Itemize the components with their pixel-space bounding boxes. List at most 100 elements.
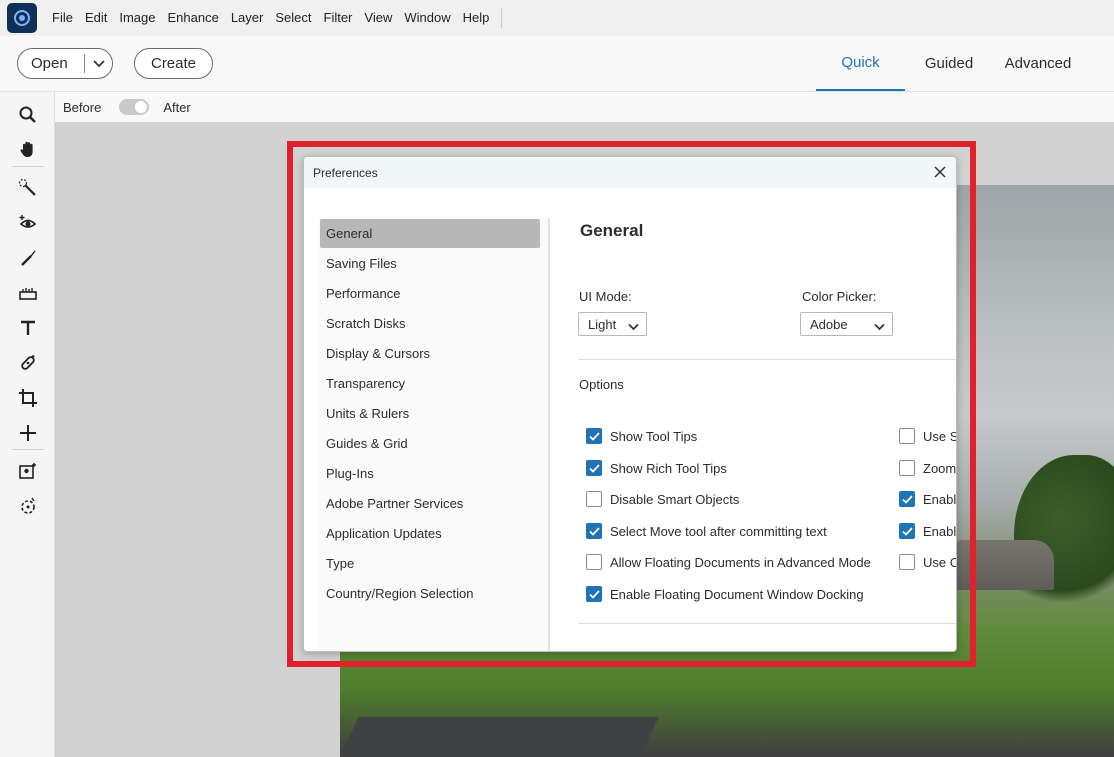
checkbox-label: Use Sh bbox=[923, 428, 956, 444]
nav-item-saving-files[interactable]: Saving Files bbox=[320, 249, 540, 278]
zoom-icon[interactable] bbox=[17, 104, 39, 126]
checkbox-unchecked[interactable] bbox=[899, 460, 915, 476]
section-title: General bbox=[580, 221, 644, 240]
checkbox-unchecked[interactable] bbox=[586, 491, 602, 507]
chevron-down-icon bbox=[874, 319, 885, 334]
ui-mode-value: Light bbox=[588, 316, 617, 332]
ui-mode-label: UI Mode: bbox=[579, 289, 632, 304]
checkbox-checked[interactable] bbox=[586, 428, 602, 444]
menu-edit[interactable]: Edit bbox=[79, 0, 113, 36]
before-label: Before bbox=[63, 99, 102, 115]
checkbox-select-move-tool[interactable]: Select Move tool after committing text bbox=[586, 522, 827, 540]
checkbox-right-1[interactable]: Use Sh bbox=[899, 427, 956, 445]
tab-advanced[interactable]: Advanced bbox=[996, 36, 1080, 91]
checkbox-unchecked[interactable] bbox=[899, 428, 915, 444]
checkbox-allow-floating-documents[interactable]: Allow Floating Documents in Advanced Mod… bbox=[586, 553, 871, 571]
tab-quick[interactable]: Quick bbox=[816, 36, 905, 91]
create-button[interactable]: Create bbox=[134, 48, 213, 79]
checkbox-right-2[interactable]: Zoom bbox=[899, 459, 956, 477]
color-picker-select[interactable]: Adobe bbox=[800, 312, 893, 336]
menu-layer[interactable]: Layer bbox=[225, 0, 270, 36]
checkbox-label: Enabl bbox=[923, 523, 957, 539]
tool-divider bbox=[12, 166, 44, 167]
checkbox-checked[interactable] bbox=[586, 523, 602, 539]
chevron-down-icon[interactable] bbox=[85, 59, 112, 68]
close-icon[interactable] bbox=[932, 164, 948, 180]
color-picker-label: Color Picker: bbox=[802, 289, 877, 304]
menu-bar: File Edit Image Enhance Layer Select Fil… bbox=[0, 0, 1114, 36]
dialog-title: Preferences bbox=[304, 157, 956, 188]
tool-panel bbox=[0, 92, 55, 757]
checkbox-label: Show Tool Tips bbox=[610, 428, 698, 444]
photo-road bbox=[340, 717, 659, 757]
nav-item-transparency[interactable]: Transparency bbox=[320, 369, 540, 398]
checkbox-show-tool-tips[interactable]: Show Tool Tips bbox=[586, 427, 697, 445]
after-label: After bbox=[163, 99, 191, 115]
tool-divider bbox=[12, 449, 44, 450]
tab-guided[interactable]: Guided bbox=[915, 36, 983, 91]
checkbox-checked[interactable] bbox=[586, 586, 602, 602]
perfect-portrait-icon[interactable] bbox=[17, 460, 39, 482]
color-picker-value: Adobe bbox=[810, 316, 848, 332]
checkbox-unchecked[interactable] bbox=[899, 554, 915, 570]
nav-item-guides-grid[interactable]: Guides & Grid bbox=[320, 429, 540, 458]
checkbox-label: Zoom bbox=[923, 460, 957, 476]
menu-file[interactable]: File bbox=[46, 0, 79, 36]
checkbox-right-4[interactable]: Enabl bbox=[899, 522, 956, 540]
red-eye-icon[interactable] bbox=[17, 212, 39, 234]
nav-item-plug-ins[interactable]: Plug-Ins bbox=[320, 459, 540, 488]
straighten-icon[interactable] bbox=[17, 282, 39, 304]
checkbox-enable-floating-docking[interactable]: Enable Floating Document Window Docking bbox=[586, 585, 864, 603]
chevron-down-icon bbox=[628, 319, 639, 334]
menu-divider bbox=[501, 8, 503, 28]
checkbox-label: Show Rich Tool Tips bbox=[610, 460, 727, 476]
nav-item-type[interactable]: Type bbox=[320, 549, 540, 578]
checkbox-checked[interactable] bbox=[586, 460, 602, 476]
move-icon[interactable] bbox=[17, 422, 39, 444]
checkbox-checked[interactable] bbox=[899, 523, 915, 539]
spot-healing-icon[interactable] bbox=[17, 352, 39, 374]
photo-trees bbox=[1014, 455, 1114, 615]
text-icon[interactable] bbox=[17, 317, 39, 339]
nav-item-units-rulers[interactable]: Units & Rulers bbox=[320, 399, 540, 428]
menu-window[interactable]: Window bbox=[398, 0, 456, 36]
checkbox-label: Enable Floating Document Window Docking bbox=[610, 586, 864, 602]
nav-item-display-cursors[interactable]: Display & Cursors bbox=[320, 339, 540, 368]
open-button-label: Open bbox=[31, 55, 68, 72]
checkbox-label: Allow Floating Documents in Advanced Mod… bbox=[610, 554, 871, 570]
checkbox-label: Select Move tool after committing text bbox=[610, 523, 827, 539]
preferences-nav: General Saving Files Performance Scratch… bbox=[318, 218, 550, 651]
whiten-teeth-icon[interactable] bbox=[17, 247, 39, 269]
hand-icon[interactable] bbox=[17, 138, 39, 160]
nav-item-general[interactable]: General bbox=[320, 219, 540, 248]
menu-enhance[interactable]: Enhance bbox=[162, 0, 225, 36]
checkbox-right-3[interactable]: Enabl bbox=[899, 490, 956, 508]
checkbox-label: Disable Smart Objects bbox=[610, 491, 740, 507]
menu-filter[interactable]: Filter bbox=[318, 0, 359, 36]
app-logo-icon[interactable] bbox=[7, 3, 37, 33]
checkbox-disable-smart-objects[interactable]: Disable Smart Objects bbox=[586, 490, 739, 508]
checkbox-unchecked[interactable] bbox=[586, 554, 602, 570]
section-divider bbox=[578, 359, 956, 360]
nav-item-application-updates[interactable]: Application Updates bbox=[320, 519, 540, 548]
checkbox-right-5[interactable]: Use C bbox=[899, 553, 957, 571]
before-after-toggle[interactable] bbox=[119, 99, 150, 115]
menu-image[interactable]: Image bbox=[113, 0, 161, 36]
nav-item-performance[interactable]: Performance bbox=[320, 279, 540, 308]
options-bar: Before After bbox=[55, 92, 1114, 122]
nav-item-country-region-selection[interactable]: Country/Region Selection bbox=[320, 579, 540, 608]
open-button[interactable]: Open bbox=[17, 48, 113, 79]
quick-selection-icon[interactable] bbox=[17, 177, 39, 199]
smart-brush-icon[interactable] bbox=[17, 495, 39, 517]
crop-icon[interactable] bbox=[17, 387, 39, 409]
checkbox-label: Use C bbox=[923, 554, 957, 570]
menu-select[interactable]: Select bbox=[269, 0, 317, 36]
checkbox-checked[interactable] bbox=[899, 491, 915, 507]
action-bar: Open Create Quick Guided Advanced bbox=[0, 36, 1114, 92]
checkbox-show-rich-tool-tips[interactable]: Show Rich Tool Tips bbox=[586, 459, 727, 477]
nav-item-adobe-partner-services[interactable]: Adobe Partner Services bbox=[320, 489, 540, 518]
nav-item-scratch-disks[interactable]: Scratch Disks bbox=[320, 309, 540, 338]
ui-mode-select[interactable]: Light bbox=[578, 312, 647, 336]
menu-view[interactable]: View bbox=[358, 0, 398, 36]
menu-help[interactable]: Help bbox=[457, 0, 496, 36]
